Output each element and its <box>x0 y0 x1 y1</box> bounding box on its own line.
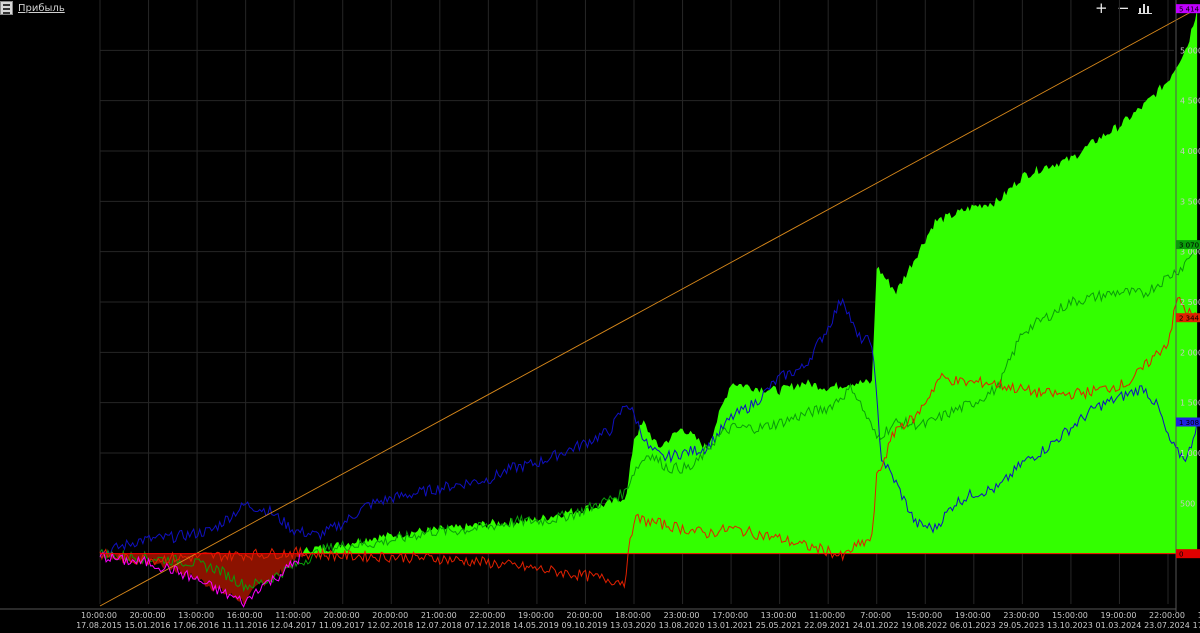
x-tick-date: 14.05.2019 <box>513 621 559 630</box>
y-tick-label: 2 500 <box>1180 298 1200 307</box>
x-tick-date: 06.01.2023 <box>950 621 996 630</box>
y-tick-label: 5 000 <box>1180 46 1200 55</box>
value-tag-label: 3 070 <box>1179 242 1199 250</box>
x-tick-time: 10:00:00 <box>81 611 117 620</box>
y-tick-label: 4 500 <box>1180 97 1200 106</box>
x-tick-date: 17.12.2024 <box>1193 621 1200 630</box>
x-tick-time: 20:00:00 <box>566 611 602 620</box>
profit-area-negative <box>100 553 1198 605</box>
x-tick-date: 17.06.2016 <box>173 621 219 630</box>
x-tick-date: 09.10.2019 <box>562 621 608 630</box>
x-tick-date: 11.11.2016 <box>222 621 268 630</box>
y-tick-label: 1 500 <box>1180 399 1200 408</box>
y-tick-label: 1 000 <box>1180 449 1200 458</box>
x-tick-time: 19:00:00 <box>1100 611 1136 620</box>
x-tick-time: 23:00:00 <box>1003 611 1039 620</box>
y-tick-label: 2 000 <box>1180 348 1200 357</box>
x-tick-time: 22:00:00 <box>469 611 505 620</box>
x-tick-time: 20:00:00 <box>130 611 166 620</box>
x-tick-date: 13.10.2023 <box>1047 621 1093 630</box>
y-tick-label: 4 000 <box>1180 147 1200 156</box>
x-tick-date: 23.07.2024 <box>1144 621 1190 630</box>
profit-chart: 5001 0001 5002 0002 5003 0003 5004 0004 … <box>0 0 1200 630</box>
x-tick-time: 22:00:00 <box>1149 611 1185 620</box>
x-tick-date: 17.08.2015 <box>76 621 122 630</box>
x-tick-time: 13:00:00 <box>761 611 797 620</box>
x-tick-time: 19:00:00 <box>518 611 554 620</box>
value-tag-label: 2 344 <box>1179 315 1200 323</box>
x-tick-time: 7:00:00 <box>860 611 891 620</box>
x-tick-time: 20:00:00 <box>372 611 408 620</box>
x-tick-date: 13.01.2021 <box>707 621 753 630</box>
x-tick-time: 18:00:00 <box>615 611 651 620</box>
x-tick-time: 23:00:00 <box>664 611 700 620</box>
x-tick-time: 15:00:00 <box>906 611 942 620</box>
value-tag-label: 5 414 <box>1179 6 1200 14</box>
x-tick-date: 11.09.2017 <box>319 621 365 630</box>
x-tick-date: 13.03.2020 <box>610 621 656 630</box>
x-tick-time: 20:00:00 <box>324 611 360 620</box>
x-tick-date: 12.02.2018 <box>367 621 413 630</box>
y-tick-label: 500 <box>1180 499 1195 508</box>
x-tick-date: 29.05.2023 <box>998 621 1044 630</box>
x-tick-date: 25.05.2021 <box>756 621 802 630</box>
x-tick-time: 16:00:00 <box>227 611 263 620</box>
x-tick-date: 07.12.2018 <box>464 621 510 630</box>
x-tick-time: 11:00:00 <box>275 611 311 620</box>
x-tick-time: 21:00:00 <box>421 611 457 620</box>
x-tick-date: 22.09.2021 <box>804 621 850 630</box>
x-tick-date: 24.01.2022 <box>853 621 899 630</box>
x-tick-date: 15.01.2016 <box>125 621 171 630</box>
value-tag-label: 1 308 <box>1179 419 1199 427</box>
x-tick-date: 01.03.2024 <box>1096 621 1142 630</box>
value-tag-label: 0 <box>1179 551 1183 559</box>
x-tick-date: 12.07.2018 <box>416 621 462 630</box>
x-tick-time: 15:00:00 <box>1052 611 1088 620</box>
profit-area-positive <box>100 8 1198 554</box>
y-tick-label: 3 500 <box>1180 197 1200 206</box>
x-tick-time: 19:00:00 <box>955 611 991 620</box>
x-tick-time: 11:00:00 <box>809 611 845 620</box>
x-tick-time: 17:00:00 <box>712 611 748 620</box>
x-tick-date: 13.08.2020 <box>659 621 705 630</box>
x-tick-date: 19.08.2022 <box>901 621 947 630</box>
x-tick-date: 12.04.2017 <box>270 621 316 630</box>
x-tick-time: 13:00:00 <box>178 611 214 620</box>
